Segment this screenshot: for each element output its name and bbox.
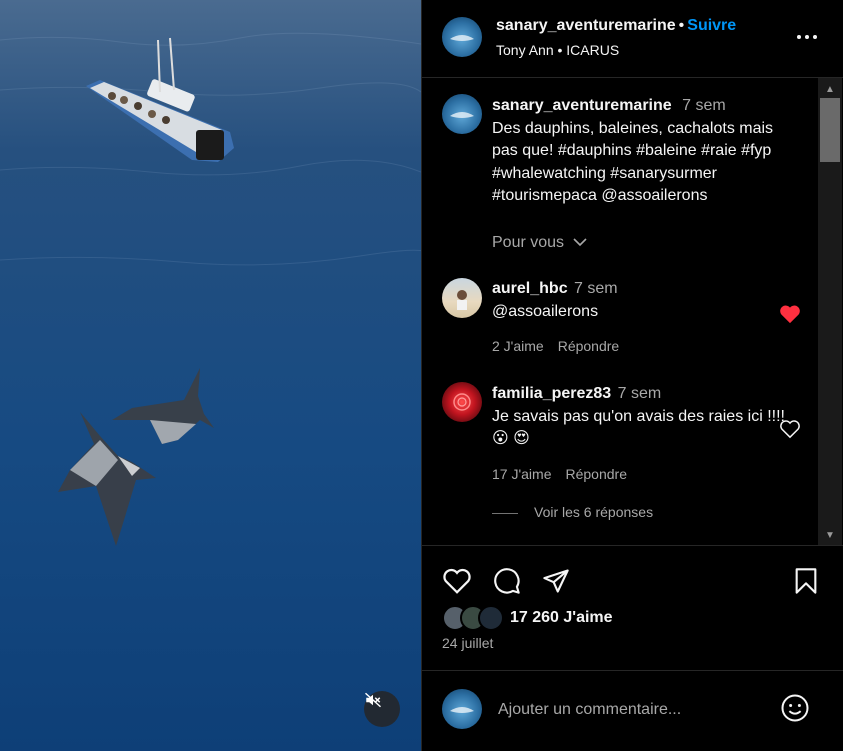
comment-icon[interactable] xyxy=(493,567,521,595)
comment-username[interactable]: aurel_hbc xyxy=(492,280,568,297)
audio-artist: Tony Ann xyxy=(496,42,554,58)
mute-button[interactable] xyxy=(364,691,400,727)
comment-likes-link[interactable]: 2 J'aime xyxy=(492,338,544,354)
audio-info[interactable]: Tony Ann • ICARUS xyxy=(496,42,619,58)
liked-heart-icon[interactable] xyxy=(779,304,801,324)
view-replies-label: Voir les 6 réponses xyxy=(534,504,654,520)
for-you-dropdown[interactable]: Pour vous xyxy=(492,234,587,252)
separator-dot: • xyxy=(678,17,685,34)
send-icon[interactable] xyxy=(542,567,570,595)
chevron-down-icon xyxy=(572,238,587,247)
author-username[interactable]: sanary_aventuremarine xyxy=(496,17,676,34)
brand-logo-icon xyxy=(450,35,474,41)
liker-avatar xyxy=(478,605,504,631)
post-date[interactable]: 24 juillet xyxy=(442,635,493,651)
replies-divider xyxy=(492,512,518,514)
caption-text: Des dauphins, baleines, cachalots mais p… xyxy=(492,119,774,205)
comment-time: 7 sem xyxy=(617,385,662,402)
follow-button[interactable]: Suivre xyxy=(687,17,736,34)
current-user-avatar xyxy=(442,689,482,729)
comment-item: familia_perez83 7 sem Je savais pas qu'o… xyxy=(492,383,792,485)
audio-track: ICARUS xyxy=(566,42,620,58)
bookmark-icon[interactable] xyxy=(793,567,819,595)
rose-icon xyxy=(453,393,471,411)
comment-username[interactable]: familia_perez83 xyxy=(492,385,611,402)
post-details-panel: sanary_aventuremarine • Suivre Tony Ann • … xyxy=(421,0,843,751)
comment-actions: 2 J'aime Répondre xyxy=(492,335,792,358)
caption-username[interactable]: sanary_aventuremarine xyxy=(492,97,672,114)
heart-icon[interactable] xyxy=(442,567,472,595)
commenter-avatar[interactable] xyxy=(442,278,482,318)
post-header: sanary_aventuremarine • Suivre Tony Ann • … xyxy=(422,0,843,78)
comment-actions: 17 J'aime Répondre xyxy=(492,463,792,486)
speaker-muted-icon xyxy=(364,692,382,708)
heart-icon[interactable] xyxy=(779,419,801,439)
more-options-icon xyxy=(797,35,801,39)
caption-time: 7 sem xyxy=(682,97,726,114)
post-actions xyxy=(422,547,843,607)
audio-separator: • xyxy=(557,42,563,58)
for-you-label: Pour vous xyxy=(492,234,565,251)
post-video[interactable] xyxy=(0,0,421,751)
caption: sanary_aventuremarine 7 sem Des dauphins… xyxy=(492,95,802,208)
author-avatar[interactable] xyxy=(442,17,482,57)
commenter-avatar[interactable] xyxy=(442,382,482,422)
comments-scroll-area[interactable]: sanary_aventuremarine 7 sem Des dauphins… xyxy=(422,78,843,546)
view-replies-button[interactable]: Voir les 6 réponses xyxy=(492,504,653,520)
reply-button[interactable]: Répondre xyxy=(565,466,627,482)
comment-item: aurel_hbc 7 sem @assoailerons 2 J'aime Ré… xyxy=(492,278,792,358)
emoji-icon[interactable] xyxy=(780,693,810,723)
header-user-line: sanary_aventuremarine • Suivre xyxy=(496,17,736,35)
likes-count[interactable]: 17 260 J'aime xyxy=(510,609,613,627)
comment-likes-link[interactable]: 17 J'aime xyxy=(492,466,551,482)
more-options-button[interactable] xyxy=(792,27,822,47)
scroll-down-arrow-icon[interactable]: ▼ xyxy=(818,526,842,544)
caption-avatar[interactable] xyxy=(442,94,482,134)
add-comment-bar: Ajouter un commentaire... xyxy=(422,670,843,751)
comment-text: Je savais pas qu'on avais des raies ici … xyxy=(492,407,785,448)
reply-button[interactable]: Répondre xyxy=(558,338,620,354)
scrollbar-thumb[interactable] xyxy=(820,98,840,162)
scrollbar[interactable]: ▲ ▼ xyxy=(818,78,842,545)
scroll-up-arrow-icon[interactable]: ▲ xyxy=(818,80,842,98)
comment-input[interactable]: Ajouter un commentaire... xyxy=(498,701,681,719)
ocean-scene xyxy=(0,0,421,751)
comment-text: @assoailerons xyxy=(492,302,599,320)
comment-time: 7 sem xyxy=(574,280,618,297)
likes-row[interactable]: 17 260 J'aime xyxy=(442,604,613,632)
